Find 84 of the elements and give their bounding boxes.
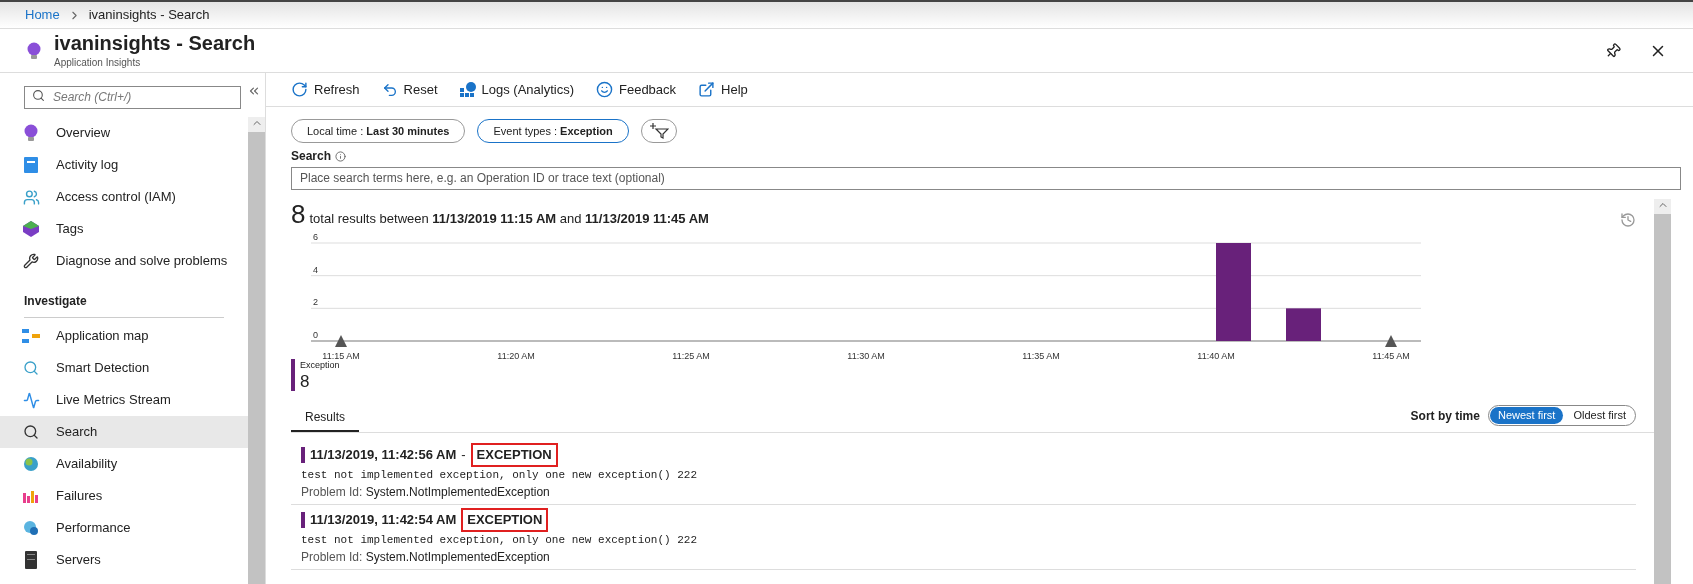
result-message: test not implemented exception, only one new exception() 222 — [301, 532, 699, 548]
y-tick-label: 6 — [313, 231, 318, 242]
page-title: ivaninsights - Search — [54, 31, 257, 55]
add-filter-icon — [648, 123, 669, 139]
search-label: Search — [291, 148, 332, 165]
sidebar-item[interactable]: Availability — [0, 448, 248, 480]
history-icon[interactable] — [1620, 211, 1636, 228]
x-tick-label: 11:25 AM — [672, 350, 710, 361]
globe-icon — [23, 456, 39, 472]
scrollbar[interactable] — [248, 117, 265, 584]
legend-count: 8 — [300, 372, 311, 391]
result-separator: - — [461, 446, 466, 464]
range-handle[interactable] — [1385, 334, 1397, 347]
sidebar-item[interactable]: Search — [0, 416, 248, 448]
problem-id: Problem Id: System.NotImplementedException — [301, 549, 551, 566]
refresh-icon — [291, 81, 308, 98]
sidebar-item[interactable]: Access control (IAM) — [0, 181, 248, 213]
sort-option[interactable]: Oldest first — [1565, 407, 1634, 424]
external-link-icon — [698, 81, 716, 98]
x-tick-label: 11:20 AM — [497, 350, 535, 361]
server-icon — [25, 551, 37, 569]
sidebar-item[interactable]: Application map — [0, 320, 248, 352]
result-row[interactable]: 11/13/2019, 11:42:54 AM EXCEPTION test not implemented exception, only one new exception() 222 Problem Id: System.NotImplementedException — [291, 505, 1636, 570]
x-tick-label: 11:30 AM — [847, 350, 885, 361]
x-tick-label: 11:15 AM — [322, 350, 360, 361]
sidebar-item[interactable]: Performance — [0, 512, 248, 544]
map-icon — [22, 329, 40, 343]
y-tick-label: 4 — [313, 264, 318, 275]
sidebar-item[interactable]: Tags — [0, 213, 248, 245]
search-icon — [23, 424, 39, 440]
sidebar-item[interactable]: Failures — [0, 480, 248, 512]
sidebar-item[interactable]: Diagnose and solve problems — [0, 245, 248, 277]
search-icon — [32, 89, 45, 102]
pulse-icon — [22, 391, 40, 409]
result-type: EXCEPTION — [470, 443, 558, 467]
search-field[interactable]: Place search terms here, e.g. an Operation ID or trace text (optional) — [291, 166, 1681, 190]
lightbulb-icon — [26, 41, 42, 60]
tag-icon — [23, 221, 39, 237]
result-type: EXCEPTION — [461, 508, 549, 532]
range-handle[interactable] — [335, 334, 347, 347]
legend-label: Exception — [300, 359, 340, 372]
result-count: 8 — [291, 198, 306, 229]
x-tick-label: 11:40 AM — [1197, 350, 1235, 361]
page-subtitle: Application Insights — [54, 56, 142, 70]
info-icon — [335, 150, 347, 162]
sidebar-item[interactable]: Live Metrics Stream — [0, 384, 248, 416]
y-tick-label: 2 — [313, 296, 318, 307]
results-summary: total results between 11/13/2019 11:15 AM and 11/13/2019 11:45 AM — [309, 209, 709, 228]
undo-icon — [381, 81, 398, 98]
sidebar-search-field[interactable]: Search (Ctrl+/) — [24, 85, 241, 109]
people-icon — [22, 188, 40, 206]
section-heading: Investigate — [24, 294, 87, 308]
chart-bar — [1286, 307, 1321, 341]
sort-label: Sort by time — [1410, 407, 1480, 425]
toolbar-button[interactable]: Logs (Analytics) — [459, 79, 574, 100]
wrench-icon — [23, 253, 39, 269]
result-time: 11/13/2019, 11:42:54 AM — [310, 511, 457, 529]
sidebar-item[interactable]: Activity log — [0, 149, 248, 181]
scrollbar[interactable] — [1654, 198, 1671, 584]
toolbar-button[interactable]: Feedback — [596, 79, 677, 100]
logs-icon — [459, 81, 476, 98]
toolbar-button[interactable]: Reset — [381, 79, 438, 100]
result-message: test not implemented exception, only one new exception() 222 — [301, 467, 699, 483]
bar-chart-icon — [23, 489, 39, 503]
sidebar-item[interactable]: Servers — [0, 544, 248, 576]
y-tick-label: 0 — [313, 329, 318, 340]
breadcrumb-link[interactable]: Home — [25, 5, 60, 25]
x-tick-label: 11:35 AM — [1022, 350, 1060, 361]
x-tick-label: 11:45 AM — [1372, 350, 1410, 361]
sidebar-item[interactable]: Overview — [0, 117, 248, 149]
lightbulb-icon — [23, 124, 39, 142]
sort-option[interactable]: Newest first — [1489, 407, 1564, 424]
collapse-icon[interactable] — [247, 84, 261, 98]
sidebar-item[interactable]: Smart Detection — [0, 352, 248, 384]
toolbar-button[interactable]: Refresh — [291, 79, 360, 100]
breadcrumb-text: ivaninsights - Search — [88, 6, 210, 25]
toolbar-button[interactable]: Help — [698, 79, 748, 100]
result-row[interactable]: 11/13/2019, 11:42:56 AM - EXCEPTION test not implemented exception, only one new exception() 222 Problem Id: System.NotImplementedException — [291, 440, 1636, 505]
smiley-icon — [596, 81, 613, 98]
result-time: 11/13/2019, 11:42:56 AM — [310, 446, 457, 464]
magnifier-icon — [23, 360, 39, 376]
problem-id: Problem Id: System.NotImplementedException — [301, 484, 551, 501]
results-tab[interactable]: Results — [291, 408, 359, 432]
notebook-icon — [24, 157, 38, 173]
